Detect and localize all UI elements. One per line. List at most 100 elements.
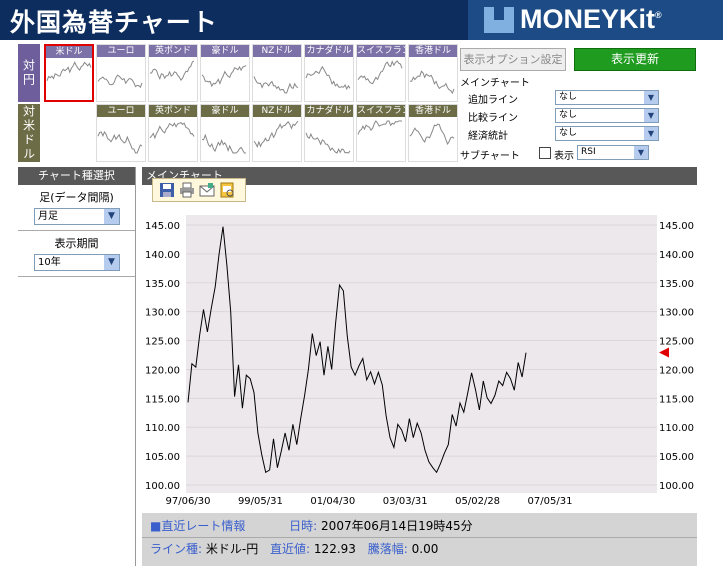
chevron-down-icon: ▼: [644, 109, 658, 122]
chevron-down-icon: ▼: [634, 146, 648, 159]
thumbnail-jpy-1[interactable]: ユーロ: [96, 44, 146, 102]
main-chart: 145.00 145.00 140.00 140.00 135.00 135.00 130.…: [142, 185, 697, 513]
thumbnail-label: カナダドル: [305, 45, 353, 57]
print-icon[interactable]: [179, 182, 195, 198]
add-line-label: 追加ライン: [468, 95, 518, 106]
thumbnail-jpy-4[interactable]: NZドル: [252, 44, 302, 102]
sub-chart-value: RSI: [581, 147, 596, 157]
thumbnail-jpy-7[interactable]: 香港ドル: [408, 44, 458, 102]
sparkline: [253, 120, 299, 148]
thumbnail-jpy-2[interactable]: 英ポンド: [148, 44, 198, 102]
thumbnail-jpy-6[interactable]: スイスフラン: [356, 44, 406, 102]
sparkline: [201, 133, 246, 154]
y-tick-label-right: 105.00: [659, 452, 694, 463]
period-value: 10年: [38, 257, 61, 268]
chevron-down-icon: ▼: [644, 91, 658, 104]
thumbnail-label: ユーロ: [97, 45, 145, 57]
thumbnail-label: 豪ドル: [201, 45, 249, 57]
sparkline-path: [305, 65, 351, 91]
divider: [18, 276, 135, 277]
y-tick-label-left: 100.00: [145, 481, 180, 492]
options-panel: 表示オプション設定 表示更新 メインチャート 追加ライン なし ▼ 比較ライン …: [458, 46, 723, 164]
x-tick-label: 07/05/31: [528, 496, 573, 507]
logo-registered-mark: ®: [655, 10, 662, 20]
sparkline-path: [97, 130, 143, 154]
sparkline-path: [149, 122, 195, 140]
sparkline: [149, 60, 195, 81]
thumbnail-label: NZドル: [253, 105, 301, 117]
econ-stats-label: 経済統計: [468, 131, 508, 142]
econ-stats-select[interactable]: なし ▼: [555, 126, 659, 141]
mail-icon[interactable]: [199, 182, 215, 198]
main-chart-options-heading: メインチャート: [460, 78, 530, 89]
sparkline: [46, 61, 92, 81]
thumbnail-jpy-3[interactable]: 豪ドル: [200, 44, 250, 102]
sparkline: [97, 130, 143, 154]
y-tick-label-left: 135.00: [145, 279, 180, 290]
thumbnail-usd-5[interactable]: スイスフラン: [356, 104, 406, 162]
sparkline-path: [149, 60, 195, 81]
sparkline: [357, 120, 402, 135]
y-tick-label-right: 140.00: [659, 250, 694, 261]
change-label: 騰落幅:: [367, 542, 408, 556]
y-tick-label-right: 125.00: [659, 337, 694, 348]
add-line-select[interactable]: なし ▼: [555, 90, 659, 105]
thumbnail-jpy-5[interactable]: カナダドル: [304, 44, 354, 102]
display-options-button[interactable]: 表示オプション設定: [460, 48, 566, 71]
sub-chart-select[interactable]: RSI ▼: [577, 145, 649, 160]
chevron-down-icon: ▼: [104, 255, 119, 270]
thumbnail-usd-0[interactable]: ユーロ: [96, 104, 146, 162]
x-tick-label: 99/05/31: [238, 496, 283, 507]
thumbnail-usd-3[interactable]: NZドル: [252, 104, 302, 162]
save-icon[interactable]: [159, 182, 175, 198]
y-tick-label-right: 100.00: [659, 481, 694, 492]
period-select[interactable]: 10年 ▼: [34, 254, 120, 271]
add-line-value: なし: [559, 92, 578, 102]
sparkline-path: [357, 120, 402, 135]
thumbnail-label: 香港ドル: [409, 105, 457, 117]
chart-toolbar: [152, 178, 246, 202]
thumbnail-label: 豪ドル: [201, 105, 249, 117]
sparkline: [201, 65, 247, 88]
latest-rate-info: ■直近レート情報 日時: 2007年06月14日19時45分 ライン種: 米ドル…: [142, 513, 697, 566]
moneykit-logo[interactable]: MONEYKit®: [468, 0, 723, 40]
interval-select[interactable]: 月足 ▼: [34, 208, 120, 225]
line-type-label: ライン種:: [150, 542, 203, 556]
sparkline: [409, 123, 455, 145]
thumbnail-label: カナダドル: [305, 105, 353, 117]
sparkline: [305, 65, 351, 91]
y-tick-label-left: 125.00: [145, 337, 180, 348]
sparkline: [305, 132, 351, 154]
x-tick-label: 03/03/31: [383, 496, 428, 507]
compare-line-label: 比較ライン: [468, 113, 518, 124]
refresh-button[interactable]: 表示更新: [574, 48, 696, 71]
row-label-usd: 対米ドル: [18, 104, 40, 162]
thumbnail-usd-2[interactable]: 豪ドル: [200, 104, 250, 162]
sparkline-path: [409, 123, 455, 145]
sparkline: [253, 76, 299, 94]
y-tick-label-right: 110.00: [659, 423, 694, 434]
chevron-down-icon: ▼: [104, 209, 119, 224]
thumbnail-label: NZドル: [253, 45, 301, 57]
y-tick-label-left: 115.00: [145, 394, 180, 405]
y-tick-label-left: 110.00: [145, 423, 180, 434]
thumbnail-label: ユーロ: [97, 105, 145, 117]
thumbnail-label: スイスフラン: [357, 45, 405, 57]
thumbnail-label: 香港ドル: [409, 45, 457, 57]
datetime-label: 日時:: [289, 519, 318, 533]
latest-value: 122.93: [313, 542, 356, 556]
thumbnail-usd-1[interactable]: 英ポンド: [148, 104, 198, 162]
thumbnail-label: 米ドル: [46, 46, 92, 58]
thumbnail-usd-4[interactable]: カナダドル: [304, 104, 354, 162]
y-tick-label-right: 130.00: [659, 308, 694, 319]
currency-thumbnail-panel: 対円 対米ドル 米ドルユーロ英ポンド豪ドルNZドルカナダドルスイスフラン香港ドル…: [18, 44, 458, 162]
thumbnail-jpy-0[interactable]: 米ドル: [44, 44, 94, 102]
thumbnail-label: スイスフラン: [357, 105, 405, 117]
logo-mark-icon: [484, 7, 514, 33]
y-tick-label-left: 145.00: [145, 221, 180, 232]
print-preview-icon[interactable]: [219, 182, 235, 198]
thumbnail-label: 英ポンド: [149, 45, 197, 57]
sub-chart-display-checkbox[interactable]: [539, 147, 551, 159]
thumbnail-usd-6[interactable]: 香港ドル: [408, 104, 458, 162]
compare-line-select[interactable]: なし ▼: [555, 108, 659, 123]
